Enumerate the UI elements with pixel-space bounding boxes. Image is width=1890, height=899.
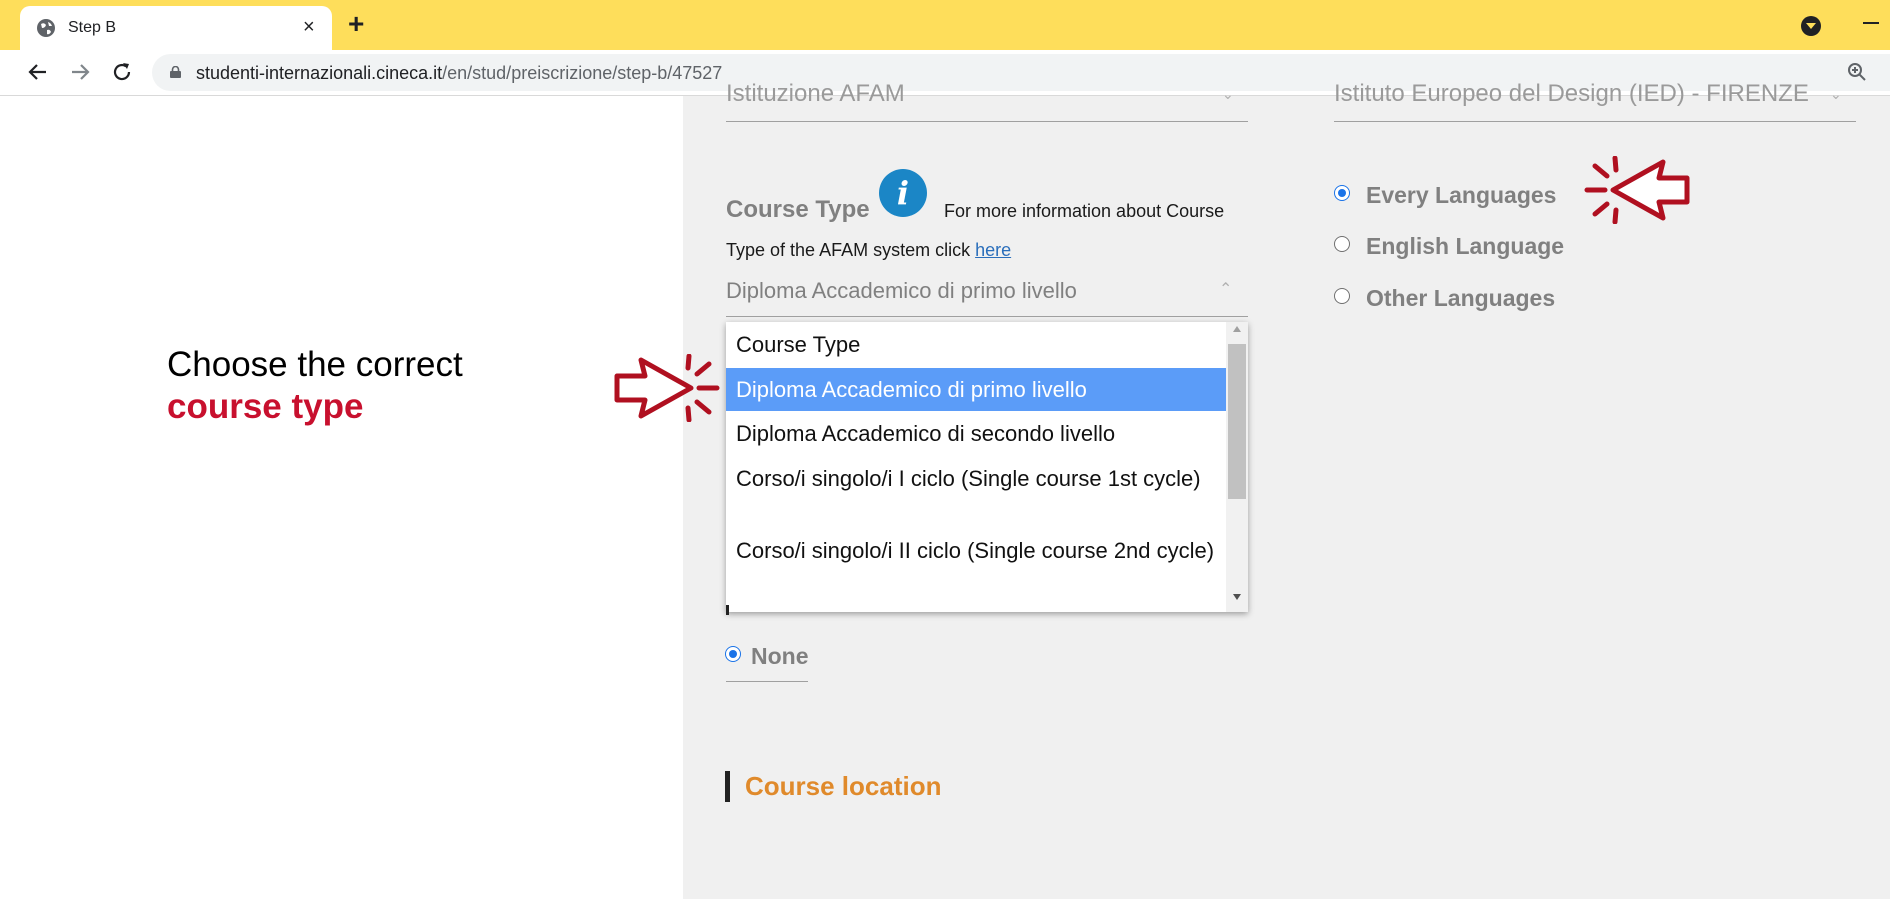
info-text-prefix: Type of the AFAM system click [726, 240, 976, 260]
browser-tab[interactable]: Step B × [20, 6, 332, 50]
dropdown-scrollbar[interactable] [1226, 322, 1248, 612]
instruction-line1: Choose the correct [167, 345, 463, 384]
radio-every-languages[interactable] [1334, 185, 1350, 201]
instruction-highlight: course type [167, 387, 364, 426]
globe-icon [37, 19, 55, 37]
tab-title: Step B [68, 19, 117, 36]
section-marker [725, 771, 730, 802]
institution-type-field[interactable]: Istituzione AFAM [726, 80, 905, 108]
scroll-down-icon[interactable] [1233, 594, 1241, 600]
radio-other-languages[interactable] [1334, 288, 1350, 304]
info-text-line2: Type of the AFAM system click here [726, 240, 1011, 261]
course-type-select[interactable]: Diploma Accademico di primo livello [726, 278, 1077, 304]
pointer-arrow-icon [614, 354, 720, 422]
url-text: studenti-internazionali.cineca.it/en/stu… [196, 63, 722, 84]
chevron-up-icon[interactable]: ⌃ [1219, 279, 1232, 299]
dropdown-option[interactable]: Diploma Accademico di secondo livello [726, 420, 1226, 447]
url-host: studenti-internazionali.cineca.it [196, 63, 443, 83]
dropdown-option[interactable]: Corso/i singolo/i I ciclo (Single course… [726, 465, 1226, 492]
close-icon[interactable]: × [303, 16, 315, 38]
course-location-heading: Course location [745, 771, 942, 801]
course-type-dropdown[interactable]: Course Type Diploma Accademico di primo … [726, 322, 1248, 612]
browser-tab-bar: Step B × + [0, 0, 1890, 50]
dropdown-option[interactable]: Course Type [726, 331, 1226, 358]
scroll-thumb[interactable] [1228, 344, 1246, 499]
english-language-label: English Language [1366, 233, 1565, 259]
here-link[interactable]: here [975, 240, 1011, 260]
none-label: None [751, 643, 809, 669]
institution-field[interactable]: Istituto Europeo del Design (IED) - FIRE… [1334, 80, 1809, 108]
back-arrow-icon[interactable] [26, 60, 50, 84]
course-type-label: Course Type [726, 196, 870, 223]
page-left-panel [0, 96, 683, 899]
reload-icon[interactable] [110, 60, 134, 84]
dropdown-option-selected[interactable]: Diploma Accademico di primo livello [726, 368, 1226, 411]
tab-search-icon[interactable] [1801, 16, 1821, 36]
dropdown-option[interactable]: Corso/i singolo/i II ciclo (Single cours… [726, 537, 1226, 564]
field-underline [726, 121, 1248, 122]
hidden-field-marker [726, 605, 729, 615]
forward-arrow-icon[interactable] [68, 60, 92, 84]
radio-english-language[interactable] [1334, 236, 1350, 252]
chevron-down-icon: ⌄ [1222, 86, 1234, 102]
instruction-text: Choose the correct course type [167, 344, 463, 428]
every-languages-label: Every Languages [1366, 182, 1557, 208]
pointer-arrow-icon [1584, 156, 1690, 224]
scroll-up-icon[interactable] [1233, 326, 1241, 332]
lock-icon [170, 66, 181, 78]
info-text-line1: For more information about Course [944, 201, 1225, 221]
url-path: /en/stud/preiscrizione/step-b/47527 [442, 63, 723, 83]
chevron-down-icon: ⌄ [1830, 86, 1842, 102]
info-icon[interactable]: i [879, 169, 927, 217]
field-underline [726, 316, 1248, 317]
radio-none[interactable] [725, 646, 741, 662]
plus-icon[interactable]: + [348, 10, 364, 38]
field-underline [1334, 121, 1856, 122]
other-languages-label: Other Languages [1366, 285, 1556, 311]
zoom-icon[interactable] [1847, 62, 1867, 82]
field-underline [726, 681, 808, 682]
minimize-icon[interactable] [1863, 22, 1879, 24]
